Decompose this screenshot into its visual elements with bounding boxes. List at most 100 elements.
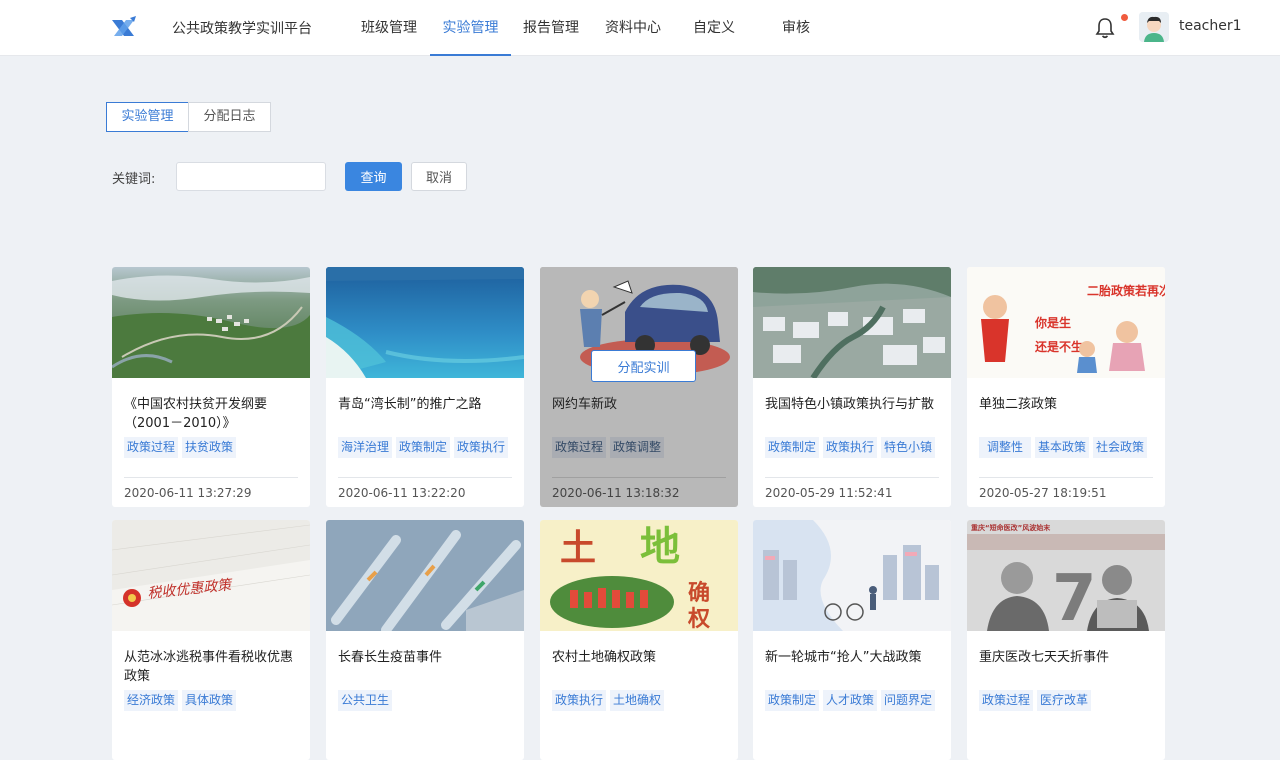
card-title: 青岛“湾长制”的推广之路 (338, 397, 482, 412)
top-navbar: 公共政策教学实训平台 班级管理 实验管理 报告管理 资料中心 自定义 审核 te… (0, 0, 1280, 56)
card-title: 农村土地确权政策 (552, 650, 657, 665)
query-button[interactable]: 查询 (345, 162, 402, 191)
card-image: 重庆“短命医改”风波始末 7 (967, 520, 1165, 631)
divider (338, 477, 512, 478)
experiment-card[interactable]: 青岛“湾长制”的推广之路 海洋治理 政策制定 政策执行 2020-06-11 13:… (326, 267, 524, 507)
nav-report-management[interactable]: 报告管理 (522, 0, 580, 56)
card-tag: 土地确权 (610, 690, 665, 711)
card-image (326, 267, 524, 378)
card-tag: 政策制定 (396, 437, 451, 458)
card-title: 我国特色小镇政策执行与扩散 (765, 397, 935, 412)
experiment-card[interactable]: 土 地 确 权 农村土地确权政策 政策执行 土地确权 (540, 520, 738, 760)
card-tag: 医疗改革 (1037, 690, 1092, 711)
card-tag: 政策制定 (765, 690, 820, 711)
experiment-card[interactable]: 重庆“短命医改”风波始末 7 重庆医改七天夭折事件 政策过程 医疗改革 (967, 520, 1165, 760)
cancel-button[interactable]: 取消 (411, 162, 467, 191)
card-date: 2020-05-27 18:19:51 (979, 486, 1107, 500)
card-image (753, 267, 951, 378)
card-tag: 问题界定 (881, 690, 936, 711)
card-tags: 政策制定 人才政策 问题界定 (765, 690, 951, 712)
divider (765, 477, 939, 478)
card-tag: 公共卫生 (338, 690, 393, 711)
svg-text:土: 土 (560, 528, 596, 569)
card-tag: 政策制定 (765, 437, 820, 458)
card-tag: 社会政策 (1093, 437, 1148, 458)
experiment-card[interactable]: 我国特色小镇政策执行与扩散 政策制定 政策执行 特色小镇 2020-05-29 11… (753, 267, 951, 507)
experiment-card[interactable]: 新一轮城市“抢人”大战政策 政策制定 人才政策 问题界定 (753, 520, 951, 760)
card-tag: 人才政策 (823, 690, 878, 711)
logo-icon[interactable] (110, 16, 136, 40)
card-tag: 海洋治理 (338, 437, 393, 458)
card-tag: 政策调整 (610, 437, 665, 458)
brand-title: 公共政策教学实训平台 (172, 21, 312, 37)
card-tag: 特色小镇 (881, 437, 936, 458)
card-tag: 政策过程 (979, 690, 1034, 711)
unread-badge (1121, 14, 1128, 21)
card-title: 网约车新政 (552, 397, 618, 412)
card-tag: 政策执行 (454, 437, 509, 458)
nav-experiment-management[interactable]: 实验管理 (430, 0, 511, 56)
svg-text:确: 确 (688, 580, 710, 606)
card-image (112, 267, 310, 378)
experiment-card[interactable]: 分配实训 网约车新政 政策过程 政策调整 2020-06-11 13:18:32 (540, 267, 738, 507)
card-date: 2020-06-11 13:27:29 (124, 486, 252, 500)
card-title: 新一轮城市“抢人”大战政策 (765, 650, 922, 665)
card-title: 单独二孩政策 (979, 397, 1058, 412)
tab-assign-log[interactable]: 分配日志 (188, 102, 271, 132)
keyword-label: 关键词: (112, 172, 156, 187)
card-tags: 海洋治理 政策制定 政策执行 (338, 437, 524, 459)
assign-training-button[interactable]: 分配实训 (591, 350, 696, 382)
svg-text:重庆“短命医改”风波始末: 重庆“短命医改”风波始末 (971, 523, 1051, 532)
card-tags: 公共卫生 (338, 690, 524, 712)
nav-class-management[interactable]: 班级管理 (360, 0, 418, 56)
bell-icon[interactable] (1095, 17, 1115, 39)
card-tag: 调整性 (979, 437, 1032, 458)
card-image: 土 地 确 权 (540, 520, 738, 631)
card-image: 二胎政策若再次放开 你是生 还是不生 (967, 267, 1165, 378)
card-tag: 经济政策 (124, 690, 179, 711)
card-tags: 调整性 基本政策 社会政策 (979, 437, 1165, 459)
divider (979, 477, 1153, 478)
card-title: 重庆医改七天夭折事件 (979, 650, 1110, 665)
card-tag: 政策过程 (124, 437, 179, 458)
card-date: 2020-06-11 13:18:32 (552, 486, 680, 500)
svg-text:地: 地 (640, 524, 680, 570)
svg-text:还是不生: 还是不生 (1034, 339, 1083, 354)
username[interactable]: teacher1 (1179, 18, 1242, 34)
card-title: 《中国农村扶贫开发纲要（2001－2010）》 (124, 397, 268, 431)
card-tags: 政策执行 土地确权 (552, 690, 738, 712)
card-date: 2020-05-29 11:52:41 (765, 486, 893, 500)
experiment-card[interactable]: 《中国农村扶贫开发纲要（2001－2010）》 政策过程 扶贫政策 2020-06… (112, 267, 310, 507)
card-image: 税收优惠政策 (112, 520, 310, 631)
card-tags: 政策制定 政策执行 特色小镇 (765, 437, 951, 459)
card-tag: 政策执行 (823, 437, 878, 458)
card-tags: 政策过程 扶贫政策 (124, 437, 310, 459)
card-tag: 政策过程 (552, 437, 607, 458)
experiment-card[interactable]: 税收优惠政策 从范冰冰逃税事件看税收优惠政策 经济政策 具体政策 (112, 520, 310, 760)
card-tag: 扶贫政策 (182, 437, 237, 458)
nav-custom[interactable]: 自定义 (690, 0, 738, 56)
card-date: 2020-06-11 13:22:20 (338, 486, 466, 500)
svg-text:二胎政策若再次放开: 二胎政策若再次放开 (1087, 283, 1165, 298)
card-tags: 政策过程 政策调整 (552, 437, 738, 459)
nav-review[interactable]: 审核 (778, 0, 814, 56)
card-tags: 经济政策 具体政策 (124, 690, 310, 712)
card-tags: 政策过程 医疗改革 (979, 690, 1165, 712)
card-tag: 政策执行 (552, 690, 607, 711)
card-image (753, 520, 951, 631)
avatar[interactable] (1139, 12, 1169, 42)
tab-experiment-management[interactable]: 实验管理 (106, 102, 189, 132)
keyword-input[interactable] (176, 162, 326, 191)
card-title: 长春长生疫苗事件 (338, 650, 443, 665)
card-title: 从范冰冰逃税事件看税收优惠政策 (124, 650, 294, 684)
divider (124, 477, 298, 478)
card-tag: 基本政策 (1035, 437, 1090, 458)
nav-resource-center[interactable]: 资料中心 (604, 0, 662, 56)
experiment-card[interactable]: 长春长生疫苗事件 公共卫生 (326, 520, 524, 760)
card-image (326, 520, 524, 631)
divider (552, 477, 726, 478)
experiment-card[interactable]: 二胎政策若再次放开 你是生 还是不生 单独二孩政策 调整性基本政策社会政策 20… (967, 267, 1165, 507)
card-tag: 具体政策 (182, 690, 237, 711)
svg-text:你是生: 你是生 (1034, 315, 1071, 330)
svg-text:权: 权 (687, 606, 711, 631)
